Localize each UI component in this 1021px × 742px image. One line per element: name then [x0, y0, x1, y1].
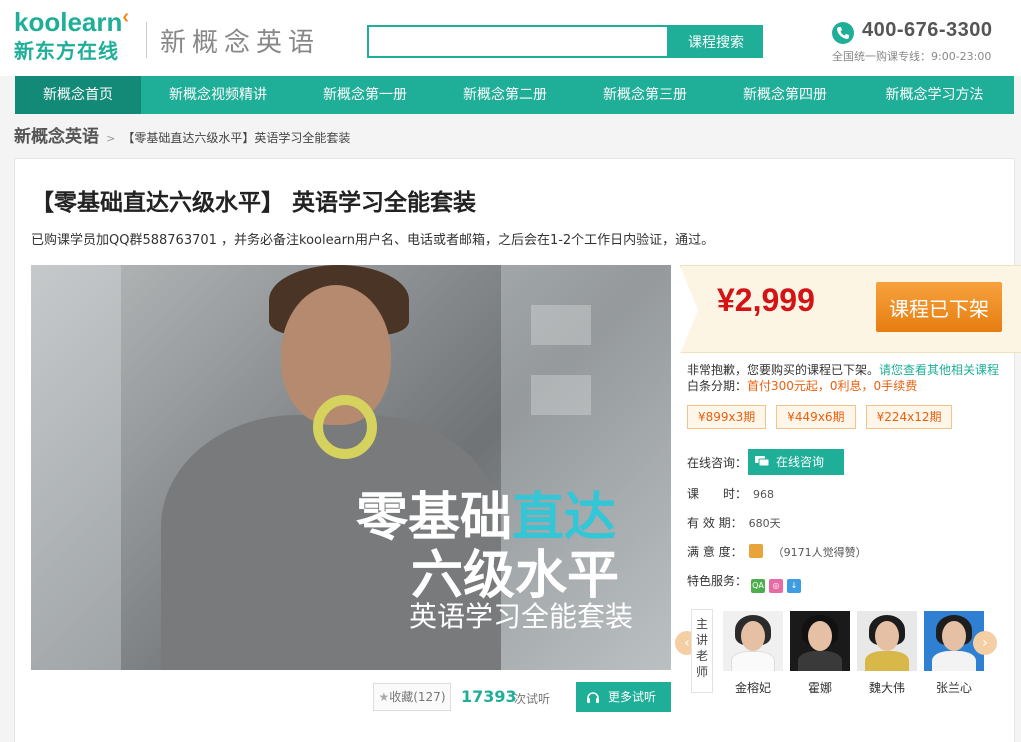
- teacher-name: 魏大伟: [868, 681, 905, 695]
- nav-item-book3[interactable]: 新概念第三册: [575, 76, 715, 114]
- teacher-avatar: [857, 611, 917, 671]
- trial-count: 17393: [461, 687, 517, 706]
- logo-chevron-icon: ‹: [122, 6, 130, 28]
- installment-plan-12[interactable]: ¥224x12期: [865, 405, 953, 429]
- course-banner-image: 零基础直达 六级水平 英语学习全能套装: [31, 265, 671, 670]
- trial-label: 次试听: [514, 692, 551, 706]
- page: koolearn‹ 新东方在线 新概念英语 课程搜索 400-676-3300 …: [0, 0, 1021, 742]
- search-box: [367, 25, 669, 58]
- teacher-card[interactable]: 魏大伟: [857, 611, 917, 696]
- online-consult-button[interactable]: 在线咨询: [748, 449, 844, 475]
- chat-icon: [755, 456, 770, 467]
- satisfaction-value: （9171人觉得赞）: [772, 546, 867, 559]
- favorite-button[interactable]: ★收藏(127): [373, 683, 451, 711]
- teachers-label: 主讲老师: [691, 609, 713, 693]
- headphones-icon: [587, 692, 599, 703]
- consult-label: 在线咨询：: [687, 456, 748, 470]
- services-row: 特色服务： QA ◎ ↓: [687, 572, 802, 593]
- main-nav: 新概念首页 新概念视频精讲 新概念第一册 新概念第二册 新概念第三册 新概念第四…: [15, 76, 1014, 114]
- price-box: ¥2,999 课程已下架: [680, 265, 1021, 354]
- logo-cn: 新东方在线: [14, 39, 119, 63]
- validity-value: 680天: [748, 517, 781, 530]
- logo-divider: [146, 22, 147, 58]
- teachers-carousel: ‹ 主讲老师 金榕妃 霍娜 魏大伟 张兰心 ›: [673, 607, 1003, 697]
- star-icon: ★: [378, 690, 390, 704]
- nav-item-book2[interactable]: 新概念第二册: [435, 76, 575, 114]
- phone-block: 400-676-3300 全国统一购课专线：9:00-23:00: [832, 19, 1012, 66]
- ring-service-icon[interactable]: ◎: [769, 579, 784, 593]
- course-status-button[interactable]: 课程已下架: [876, 282, 1002, 332]
- validity-row: 有 效 期： 680天: [687, 516, 781, 530]
- teacher-avatar: [790, 611, 850, 671]
- breadcrumb: 新概念英语 > 【零基础直达六级水平】英语学习全能套装: [14, 122, 351, 147]
- more-trial-button[interactable]: 更多试听: [576, 682, 671, 712]
- teacher-card[interactable]: 金榕妃: [723, 611, 783, 696]
- breadcrumb-root[interactable]: 新概念英语: [14, 127, 99, 147]
- carousel-next-icon[interactable]: ›: [973, 631, 997, 655]
- brand-title: 新概念英语: [160, 28, 321, 58]
- breadcrumb-separator: >: [106, 132, 116, 145]
- installment-info: 白条分期：首付300元起，0利息，0手续费: [687, 379, 918, 393]
- course-title: 【零基础直达六级水平】 英语学习全能套装: [31, 190, 477, 216]
- koolearn-logo[interactable]: koolearn‹ 新东方在线: [14, 6, 134, 64]
- price: ¥2,999: [717, 282, 815, 318]
- teacher-name: 张兰心: [935, 681, 972, 695]
- hours-row: 课 时： 968: [687, 487, 775, 501]
- teacher-card[interactable]: 张兰心: [924, 611, 984, 696]
- course-card: 【零基础直达六级水平】 英语学习全能套装 已购课学员加QQ群588763701 …: [14, 158, 1021, 742]
- other-courses-link[interactable]: 请您查看其他相关课程: [879, 363, 999, 377]
- satisfaction-row: 满 意 度： （9171人觉得赞）: [687, 544, 867, 559]
- nav-item-book4[interactable]: 新概念第四册: [715, 76, 855, 114]
- headphone-icon: [313, 395, 377, 459]
- installment-plans: ¥899x3期 ¥449x6期 ¥224x12期: [687, 405, 953, 429]
- header: koolearn‹ 新东方在线 新概念英语 课程搜索 400-676-3300 …: [0, 0, 1021, 76]
- teacher-name: 金榕妃: [734, 681, 771, 695]
- breadcrumb-current: 【零基础直达六级水平】英语学习全能套装: [122, 131, 351, 145]
- teacher-card[interactable]: 霍娜: [790, 611, 850, 696]
- banner-subtitle: 英语学习全能套装: [409, 600, 634, 633]
- installment-plan-3[interactable]: ¥899x3期: [687, 405, 767, 429]
- apology-text: 非常抱歉，您要购买的课程已下架。请您查看其他相关课程: [687, 363, 1000, 377]
- teacher-name: 霍娜: [807, 681, 832, 695]
- nav-item-video[interactable]: 新概念视频精讲: [141, 76, 295, 114]
- nav-item-methods[interactable]: 新概念学习方法: [855, 76, 1014, 114]
- qa-service-icon[interactable]: QA: [751, 579, 766, 593]
- download-service-icon[interactable]: ↓: [787, 579, 802, 593]
- phone-icon: [832, 22, 854, 44]
- search-button[interactable]: 课程搜索: [669, 25, 763, 58]
- course-notice: 已购课学员加QQ群588763701 ，并务必备注koolearn用户名、电话或…: [31, 233, 715, 248]
- phone-hours: 全国统一购课专线：9:00-23:00: [832, 50, 992, 63]
- phone-number: 400-676-3300: [862, 19, 993, 41]
- search-input[interactable]: [369, 27, 667, 56]
- hours-value: 968: [753, 488, 775, 501]
- nav-item-home[interactable]: 新概念首页: [15, 76, 141, 114]
- thumbs-up-icon[interactable]: [748, 544, 763, 558]
- nav-item-book1[interactable]: 新概念第一册: [295, 76, 435, 114]
- teacher-avatar: [723, 611, 783, 671]
- installment-plan-6[interactable]: ¥449x6期: [776, 405, 856, 429]
- logo-en: koolearn‹: [14, 6, 130, 37]
